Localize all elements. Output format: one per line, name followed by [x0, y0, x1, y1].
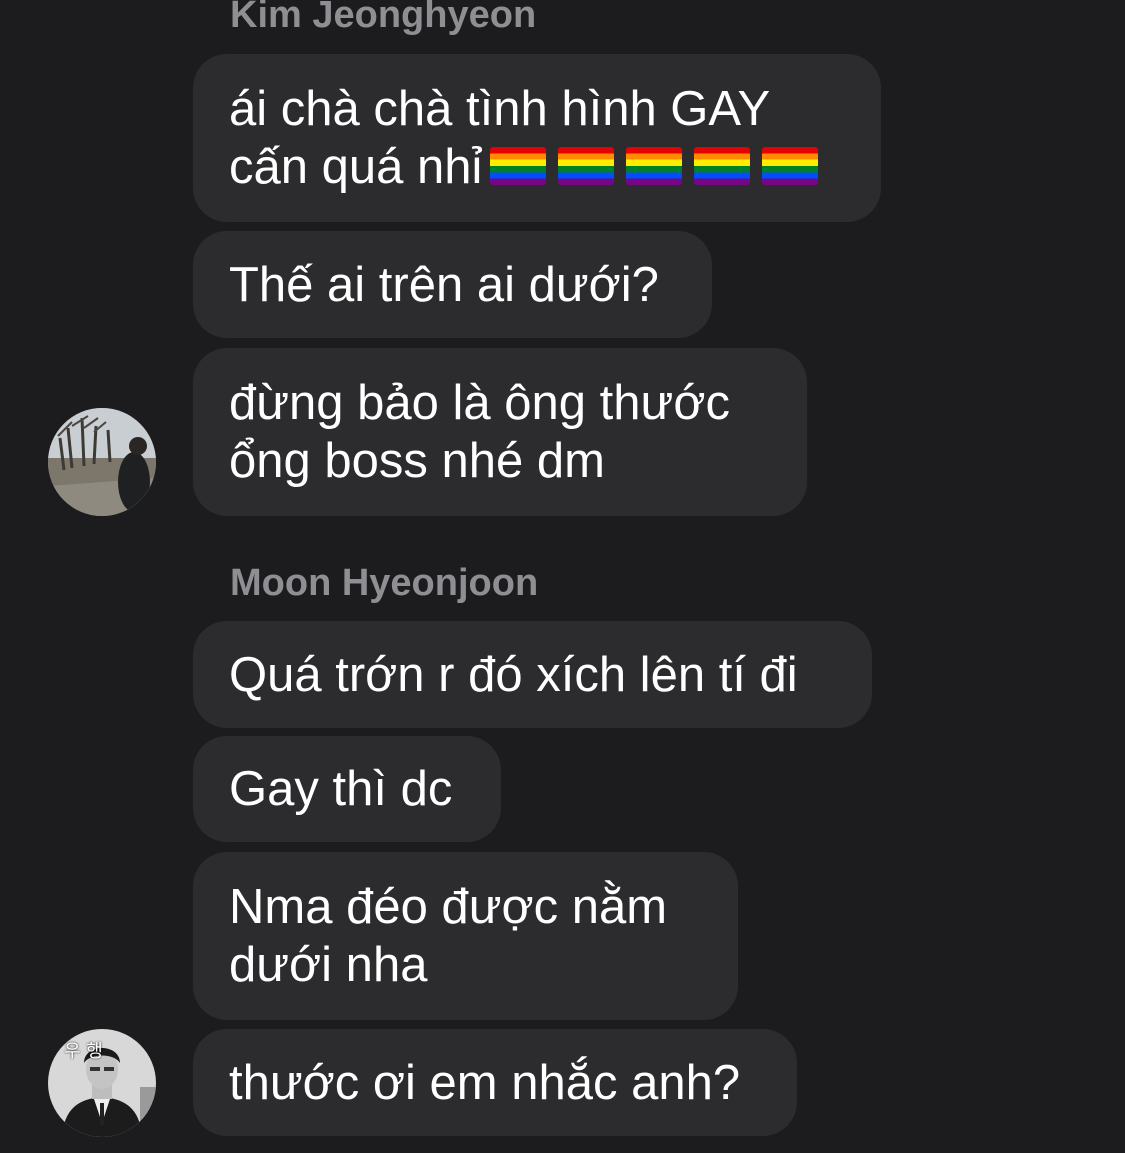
message-bubble[interactable]: Nma đéo được nằm dưới nha	[193, 852, 738, 1020]
rainbow-flag-icon	[490, 147, 547, 185]
message-text: thước ơi em nhắc anh?	[229, 1055, 741, 1110]
avatar[interactable]	[48, 408, 156, 516]
message-bubble[interactable]: đừng bảo là ông thước ổng boss nhé dm	[193, 348, 807, 516]
message-bubble[interactable]: ái chà chà tình hình GAY cấn quá nhỉ	[193, 54, 881, 222]
message-bubble[interactable]: Quá trớn r đó xích lên tí đi	[193, 621, 872, 728]
avatar[interactable]: 우 행	[48, 1029, 156, 1137]
message-bubble[interactable]: Thế ai trên ai dưới?	[193, 231, 712, 338]
message-text: đừng bảo là ông thước	[229, 376, 730, 430]
message-text-line: cấn quá nhỉ	[229, 138, 845, 196]
rainbow-flag-icon	[694, 147, 751, 185]
message-text: ái chà chà tình hình GAY	[229, 82, 771, 136]
rainbow-flag-icon	[626, 147, 683, 185]
message-bubble[interactable]: thước ơi em nhắc anh?	[193, 1029, 797, 1136]
emoji-row	[482, 140, 819, 194]
avatar-photo	[48, 408, 156, 516]
sender-name: Moon Hyeonjoon	[230, 562, 539, 604]
message-text: ổng boss nhé dm	[229, 434, 605, 488]
message-text: Gay thì dc	[229, 762, 453, 816]
sender-name: Kim Jeonghyeon	[230, 0, 537, 36]
message-text: dưới nha	[229, 938, 428, 992]
avatar-overlay-text: 우 행	[64, 1041, 103, 1062]
message-text: Nma đéo được nằm	[229, 880, 668, 934]
rainbow-flag-icon	[558, 147, 615, 185]
message-text: Thế ai trên ai dưới?	[229, 257, 659, 312]
rainbow-flag-icon	[762, 147, 819, 185]
message-text: Quá trớn r đó xích lên tí đi	[229, 647, 798, 702]
message-bubble[interactable]: Gay thì dc	[193, 736, 501, 842]
